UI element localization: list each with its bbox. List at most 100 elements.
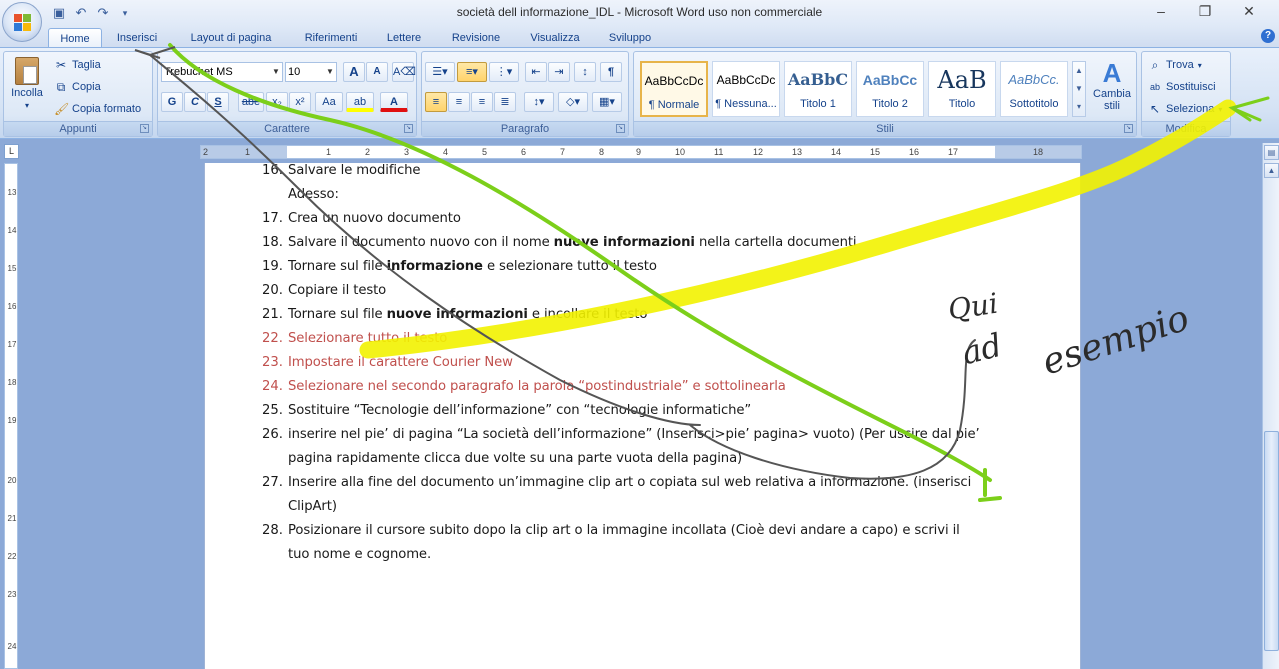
scroll-up-icon[interactable]: ▲	[1264, 163, 1279, 178]
underline-button[interactable]: S	[207, 92, 229, 112]
text-run: nella cartella documenti	[694, 235, 857, 250]
ruler-tick: 19	[7, 416, 17, 425]
tab-selector-icon[interactable]: L	[4, 144, 19, 159]
ruler-tick: 2	[365, 147, 371, 157]
list-item[interactable]: tuo nome e cognome.	[288, 547, 431, 562]
highlight-color-icon[interactable]: ab	[346, 92, 374, 112]
close-button[interactable]: ✕	[1227, 0, 1271, 22]
ruler-margin-left	[201, 146, 287, 158]
list-item[interactable]: Selezionare tutto il testo	[288, 331, 447, 346]
align-center-icon[interactable]: ≡	[448, 92, 470, 112]
ruler-tick: 14	[831, 147, 842, 157]
list-item[interactable]: Tornare sul file nuove informazioni e in…	[288, 307, 647, 322]
change-case-button[interactable]: Aa	[315, 92, 343, 112]
list-item[interactable]: Impostare il carattere Courier New	[288, 355, 513, 370]
align-left-icon[interactable]: ≡	[425, 92, 447, 112]
list-item[interactable]: Posizionare il cursore subito dopo la cl…	[288, 523, 960, 538]
style-sottotitolo[interactable]: AaBbCc. Sottotitolo	[1000, 61, 1068, 117]
grow-font-button[interactable]: A	[343, 62, 365, 82]
list-item[interactable]: Inserire alla fine del documento un’imma…	[288, 475, 971, 490]
tab-riferimenti[interactable]: Riferimenti	[293, 28, 369, 48]
format-painter-button[interactable]: 🖌 Copia formato	[54, 102, 141, 116]
change-styles-button[interactable]: A Cambia stili	[1090, 58, 1134, 112]
style-nessuna[interactable]: AaBbCcDc ¶ Nessuna...	[712, 61, 780, 117]
clear-formatting-icon[interactable]: A⌫	[392, 62, 416, 82]
cut-button[interactable]: ✂ Taglia	[54, 58, 101, 72]
ruler-tick: 13	[7, 188, 17, 197]
ruler-tick: 16	[7, 302, 17, 311]
ruler-toggle-icon[interactable]: ▤	[1264, 145, 1279, 160]
list-item[interactable]: Salvare le modifiche	[288, 163, 420, 178]
font-size-combo[interactable]: 10 ▼	[285, 62, 337, 82]
tab-home[interactable]: Home	[48, 28, 102, 48]
list-item[interactable]: Copiare il testo	[288, 283, 386, 298]
scroll-thumb[interactable]	[1264, 431, 1279, 651]
replace-button[interactable]: ab Sostituisci	[1148, 80, 1216, 94]
group-label-carattere: Carattere	[158, 121, 416, 136]
minimize-button[interactable]: –	[1139, 0, 1183, 22]
italic-button[interactable]: C	[184, 92, 206, 112]
dialog-launcher-icon[interactable]: ↘	[616, 124, 625, 133]
subscript-button[interactable]: x₂	[266, 92, 288, 112]
scissors-icon: ✂	[55, 58, 67, 72]
style-titolo-2[interactable]: AaBbCc Titolo 2	[856, 61, 924, 117]
copy-button[interactable]: ⧉ Copia	[54, 80, 101, 94]
font-color-icon[interactable]: A	[380, 92, 408, 112]
find-button[interactable]: ⌕ Trova ▾	[1148, 58, 1202, 72]
strikethrough-button[interactable]: abe	[238, 92, 264, 112]
sort-icon[interactable]: ↕	[574, 62, 596, 82]
bullets-icon[interactable]: ☰▾	[425, 62, 455, 82]
justify-icon[interactable]: ≣	[494, 92, 516, 112]
align-right-icon[interactable]: ≡	[471, 92, 493, 112]
chevron-down-icon: ▾	[1197, 60, 1202, 70]
style-normale[interactable]: AaBbCcDc ¶ Normale	[640, 61, 708, 117]
list-item[interactable]: Sostituire “Tecnologie dell’informazione…	[288, 403, 751, 418]
document-page[interactable]: 16. Salvare le modifiche Adesso: 17. Cre…	[204, 163, 1081, 669]
borders-icon[interactable]: ▦▾	[592, 92, 622, 112]
shading-icon[interactable]: ◇▾	[558, 92, 588, 112]
list-item[interactable]: inserire nel pie’ di pagina “La società …	[288, 427, 980, 442]
shrink-font-button[interactable]: A	[366, 62, 388, 82]
multilevel-list-icon[interactable]: ⋮▾	[489, 62, 519, 82]
list-item[interactable]: pagina rapidamente clicca due volte su u…	[288, 451, 742, 466]
help-icon[interactable]: ?	[1261, 29, 1275, 43]
tab-lettere[interactable]: Lettere	[378, 28, 430, 48]
pilcrow-icon[interactable]: ¶	[600, 62, 622, 82]
tab-visualizza[interactable]: Visualizza	[520, 28, 590, 48]
style-titolo[interactable]: AaB Titolo	[928, 61, 996, 117]
dialog-launcher-icon[interactable]: ↘	[140, 124, 149, 133]
decrease-indent-icon[interactable]: ⇤	[525, 62, 547, 82]
line-spacing-icon[interactable]: ↕▾	[524, 92, 554, 112]
list-item[interactable]: ClipArt)	[288, 499, 337, 514]
list-item[interactable]: Tornare sul file informazione e selezion…	[288, 259, 657, 274]
vertical-scrollbar[interactable]: ▤ ▲	[1262, 143, 1279, 669]
office-button[interactable]	[2, 2, 42, 42]
list-item[interactable]: Crea un nuovo documento	[288, 211, 461, 226]
bold-button[interactable]: G	[161, 92, 183, 112]
list-number: 16.	[262, 163, 283, 178]
ruler-tick: 5	[482, 147, 488, 157]
superscript-button[interactable]: x²	[289, 92, 311, 112]
tab-layout-di-pagina[interactable]: Layout di pagina	[178, 28, 284, 48]
styles-scroll-icon[interactable]: ▲ ▼ ▾	[1072, 61, 1086, 117]
maximize-button[interactable]: ❐	[1183, 0, 1227, 22]
paste-button[interactable]: Incolla ▾	[10, 57, 44, 110]
increase-indent-icon[interactable]: ⇥	[548, 62, 570, 82]
numbering-icon[interactable]: ≡▾	[457, 62, 487, 82]
tab-sviluppo[interactable]: Sviluppo	[598, 28, 662, 48]
dialog-launcher-icon[interactable]: ↘	[1124, 124, 1133, 133]
font-name-combo[interactable]: Trebuchet MS ▼	[161, 62, 283, 82]
vertical-ruler[interactable]: 13 14 15 16 17 18 19 20 21 22 23 24	[4, 163, 18, 669]
horizontal-ruler[interactable]: 2 1 1 2 3 4 5 6 7 8 9 10 11 12 13 14 15 …	[200, 145, 1082, 159]
tab-inserisci[interactable]: Inserisci	[108, 28, 166, 48]
text-run: e selezionare tutto il testo	[482, 259, 657, 274]
list-item[interactable]: Selezionare nel secondo paragrafo la par…	[288, 379, 786, 394]
list-item[interactable]: Salvare il documento nuovo con il nome n…	[288, 235, 857, 250]
list-item[interactable]: Adesso:	[288, 187, 339, 202]
style-titolo-1[interactable]: AaBbC Titolo 1	[784, 61, 852, 117]
ruler-tick: 8	[599, 147, 605, 157]
dialog-launcher-icon[interactable]: ↘	[404, 124, 413, 133]
tab-revisione[interactable]: Revisione	[440, 28, 512, 48]
select-button[interactable]: ↖ Seleziona ▾	[1148, 102, 1222, 116]
group-carattere: Trebuchet MS ▼ 10 ▼ A A A⌫ G C S abe x₂ …	[157, 51, 417, 137]
